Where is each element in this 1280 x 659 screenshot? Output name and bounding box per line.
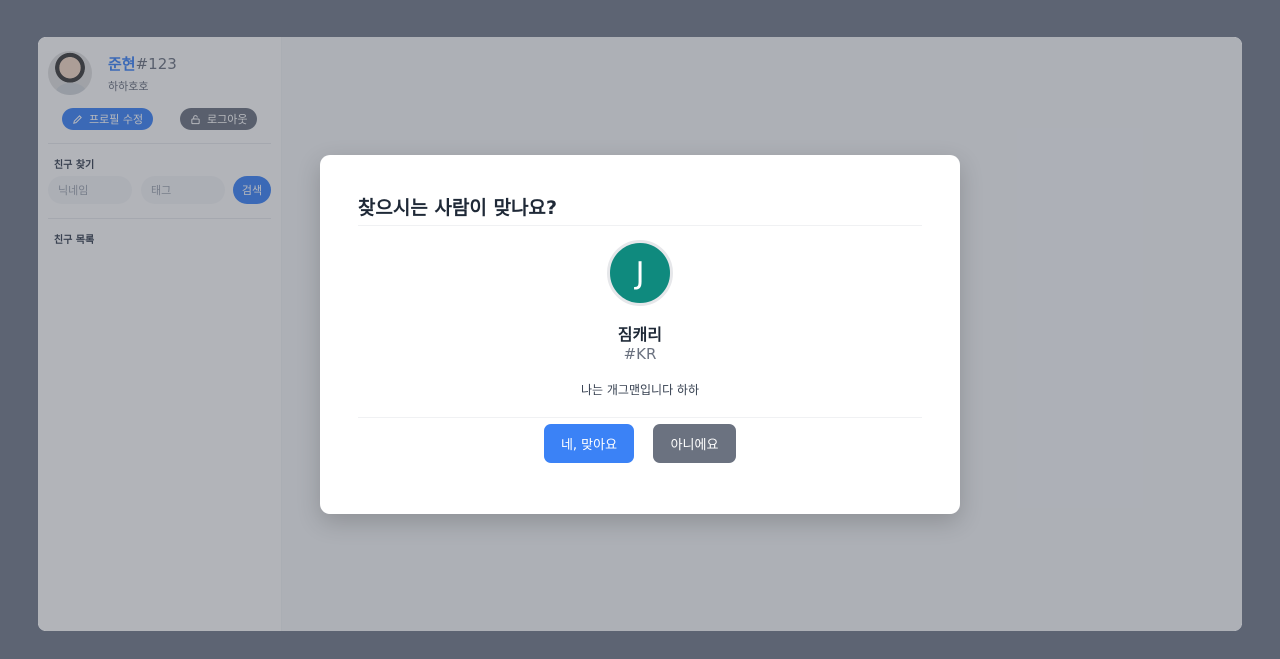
confirm-friend-modal: 찾으시는 사람이 맞나요? J 짐캐리 #KR 나는 개그맨입니다 하하 네, … xyxy=(320,155,960,514)
friend-name: 짐캐리 xyxy=(617,325,663,344)
cancel-button[interactable]: 아니에요 xyxy=(653,424,736,463)
modal-title: 찾으시는 사람이 맞나요? xyxy=(358,197,558,219)
confirm-button[interactable]: 네, 맞아요 xyxy=(544,424,634,463)
modal-divider xyxy=(358,225,922,226)
modal-divider xyxy=(358,417,922,418)
friend-tag: #KR xyxy=(623,345,657,363)
friend-status: 나는 개그맨입니다 하하 xyxy=(580,383,700,397)
friend-avatar: J xyxy=(607,240,673,306)
